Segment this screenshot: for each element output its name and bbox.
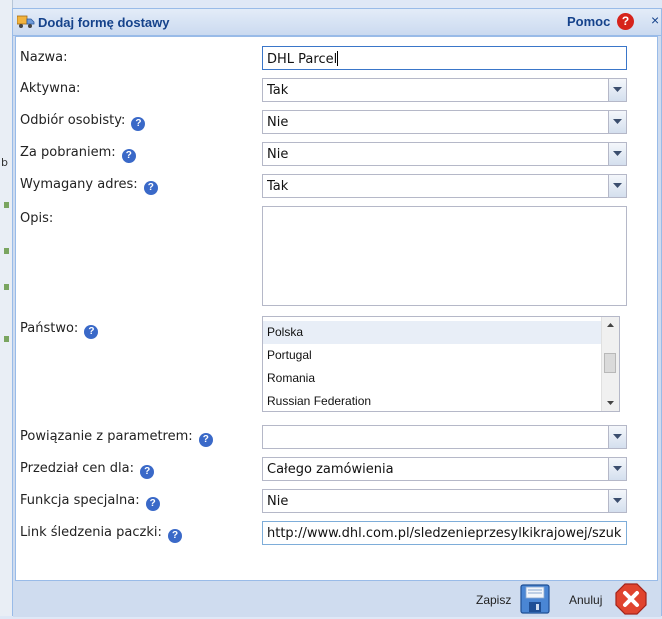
cod-value: Nie [267,147,289,162]
active-label: Aktywna: [20,81,81,96]
cancel-button[interactable]: Anuluj [569,581,659,617]
name-value: DHL Parcel [267,52,338,67]
dialog-titlebar[interactable]: Dodaj formę dostawy Pomoc ? × [13,9,661,36]
info-icon[interactable]: ? [168,529,183,543]
save-button[interactable]: Zapisz [476,581,550,617]
tracking-link-value: http://www.dhl.com.pl/sledzenieprzesylki… [267,526,622,541]
price-range-value: Całego zamówienia [267,462,394,477]
list-item[interactable]: Portugal [263,344,619,367]
dialog-footer: Zapisz Anuluj [13,581,661,617]
special-function-select[interactable]: Nie [262,489,627,513]
background-mark [4,284,9,290]
special-function-label: Funkcja specjalna: ? [20,493,160,511]
help-link[interactable]: Pomoc [567,14,610,29]
info-icon[interactable]: ? [121,149,136,163]
scroll-up-icon[interactable] [602,317,619,333]
background-mark [4,248,9,254]
text-caret [337,51,339,66]
cancel-label: Anuluj [569,593,603,607]
list-item[interactable]: Romania [263,367,619,390]
add-delivery-dialog: Dodaj formę dostawy Pomoc ? × Nazwa: DHL… [12,8,662,617]
info-icon[interactable]: ? [84,325,99,339]
delivery-truck-icon [16,15,35,28]
cancel-icon [615,583,647,619]
price-range-label: Przedział cen dla: ? [20,461,155,479]
address-required-select[interactable]: Tak [262,174,627,198]
info-icon[interactable]: ? [143,181,158,195]
description-textarea[interactable] [262,206,627,306]
special-function-value: Nie [267,494,289,509]
background-mark [4,202,9,208]
info-icon[interactable]: ? [145,497,160,511]
save-label: Zapisz [476,593,512,607]
chevron-down-icon[interactable] [608,79,626,101]
scrollbar[interactable] [601,317,619,411]
price-range-select[interactable]: Całego zamówienia [262,457,627,481]
description-label: Opis: [20,211,54,226]
name-label: Nazwa: [20,50,68,65]
pickup-select[interactable]: Nie [262,110,627,134]
scrollbar-thumb[interactable] [604,353,616,373]
background-mark [4,336,9,342]
active-value: Tak [267,83,289,98]
chevron-down-icon[interactable] [608,143,626,165]
floppy-disk-icon [520,584,550,618]
info-icon[interactable]: ? [198,433,213,447]
active-select[interactable]: Tak [262,78,627,102]
chevron-down-icon[interactable] [608,490,626,512]
parameter-link-select[interactable] [262,425,627,449]
chevron-down-icon[interactable] [608,175,626,197]
dialog-title: Dodaj formę dostawy [38,15,170,30]
chevron-down-icon[interactable] [608,426,626,448]
name-input[interactable]: DHL Parcel [262,46,627,70]
cod-select[interactable]: Nie [262,142,627,166]
address-required-value: Tak [267,179,289,194]
list-item[interactable]: Russian Federation [263,390,619,411]
scroll-down-icon[interactable] [602,395,619,411]
cod-label: Za pobraniem: ? [20,145,136,163]
tracking-link-input[interactable]: http://www.dhl.com.pl/sledzenieprzesylki… [262,521,627,545]
parameter-link-label: Powiązanie z parametrem: ? [20,429,213,447]
delivery-form: Nazwa: DHL Parcel Aktywna: Tak Odbiór os… [15,36,658,581]
country-listbox[interactable]: Polska Portugal Romania Russian Federati… [262,316,620,412]
address-required-label: Wymagany adres: ? [20,177,158,195]
chevron-down-icon[interactable] [608,458,626,480]
list-item[interactable]: Polska [263,321,619,344]
country-label: Państwo: ? [20,321,99,339]
pickup-value: Nie [267,115,289,130]
info-icon[interactable]: ? [131,117,146,131]
question-icon[interactable]: ? [617,13,634,30]
close-icon[interactable]: × [651,12,662,30]
pickup-label: Odbiór osobisty: ? [20,113,146,131]
tracking-link-label: Link śledzenia paczki: ? [20,525,183,543]
background-fragment: b [1,156,8,169]
chevron-down-icon[interactable] [608,111,626,133]
info-icon[interactable]: ? [140,465,155,479]
